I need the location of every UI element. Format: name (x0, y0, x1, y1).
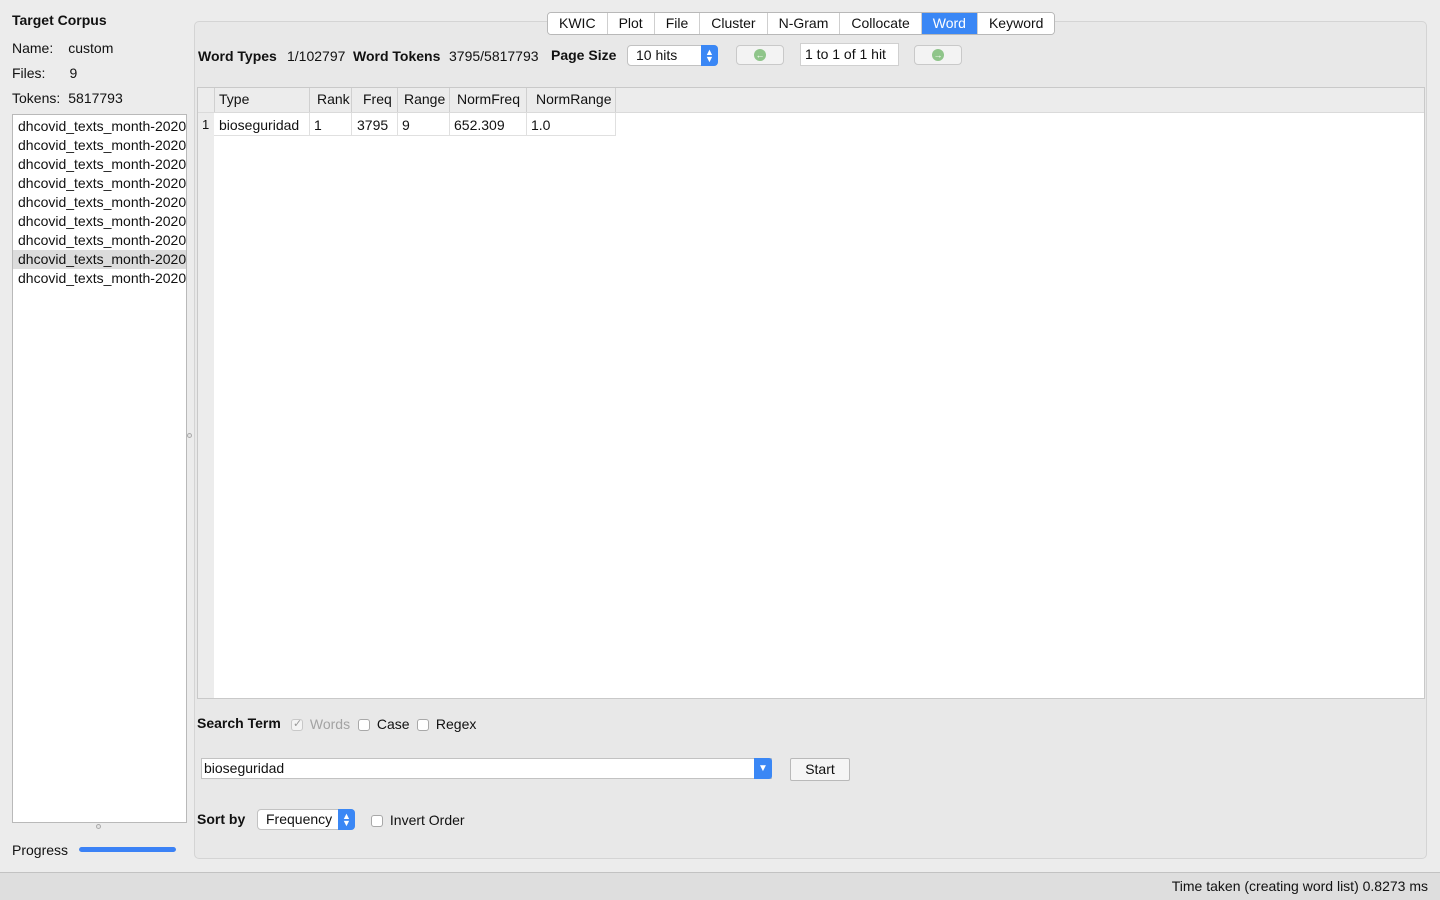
tab-kwic[interactable]: KWIC (548, 13, 608, 34)
row-number-gutter (198, 88, 214, 698)
file-list-item[interactable]: dhcovid_texts_month-2020 (13, 155, 186, 174)
page-size-value: 10 hits (636, 47, 678, 63)
words-label: Words (309, 716, 351, 732)
column-header-normfreq[interactable]: NormFreq (457, 91, 520, 107)
progress-bar (79, 847, 176, 852)
corpus-title: Target Corpus (12, 12, 107, 28)
progress-label: Progress (12, 842, 69, 858)
status-bar: Time taken (creating word list) 0.8273 m… (0, 872, 1440, 900)
regex-option[interactable]: Regex (417, 716, 476, 732)
corpus-tokens-label: Tokens: (12, 90, 61, 106)
case-option[interactable]: Case (358, 716, 410, 732)
vertical-split-handle[interactable] (187, 433, 192, 438)
invert-order-checkbox[interactable] (371, 815, 383, 828)
file-list-item[interactable]: dhcovid_texts_month-2020 (13, 231, 186, 250)
file-list-item[interactable]: dhcovid_texts_month-2020 (13, 117, 186, 136)
sort-by-label: Sort by (197, 811, 246, 827)
word-types-value: 1/102797 (287, 48, 346, 64)
tool-tabs: KWIC Plot File Cluster N-Gram Collocate … (547, 12, 1056, 35)
page-size-label: Page Size (551, 47, 617, 63)
tab-ngram[interactable]: N-Gram (767, 13, 841, 34)
corpus-tokens-row: Tokens: 5817793 (12, 90, 123, 106)
previous-page-button[interactable]: ← (736, 45, 784, 65)
tab-keyword[interactable]: Keyword (977, 13, 1055, 34)
file-list-item[interactable]: dhcovid_texts_month-2020 (13, 269, 186, 288)
start-button[interactable]: Start (790, 758, 850, 781)
word-tokens-label: Word Tokens (353, 48, 441, 64)
next-page-button[interactable]: → (914, 45, 962, 65)
search-term-input[interactable]: bioseguridad ▼ (201, 758, 772, 779)
chevron-updown-icon: ▲ ▼ (701, 45, 718, 66)
sort-by-value: Frequency (266, 811, 333, 827)
file-list-item[interactable]: dhcovid_texts_month-2020 (13, 193, 186, 212)
file-list-item[interactable]: dhcovid_texts_month-2020 (13, 174, 186, 193)
column-header-type[interactable]: Type (219, 91, 249, 107)
chevron-updown-icon: ▲ ▼ (338, 809, 355, 830)
word-tokens-value: 3795/5817793 (449, 48, 539, 64)
corpus-name-label: Name: (12, 40, 54, 56)
chevron-down-icon[interactable]: ▼ (754, 758, 772, 779)
corpus-tokens-value: 5817793 (68, 90, 123, 106)
tab-cluster[interactable]: Cluster (700, 13, 768, 34)
column-header-freq[interactable]: Freq (363, 91, 392, 107)
table-cell-normrange[interactable]: 1.0 (531, 117, 550, 133)
corpus-files-row: Files: 9 (12, 65, 77, 81)
regex-label: Regex (435, 716, 477, 732)
search-term-label: Search Term (197, 715, 281, 731)
table-cell-freq[interactable]: 3795 (357, 117, 388, 133)
corpus-files-list[interactable]: dhcovid_texts_month-2020 dhcovid_texts_m… (12, 114, 187, 823)
invert-order-label: Invert Order (389, 812, 465, 828)
search-term-value: bioseguridad (204, 760, 285, 776)
table-cell-normfreq[interactable]: 652.309 (454, 117, 505, 133)
corpus-name-row: Name: custom (12, 40, 113, 56)
column-header-range[interactable]: Range (404, 91, 445, 107)
table-cell-range[interactable]: 9 (402, 117, 410, 133)
table-header: Type Rank Freq Range NormFreq NormRange (198, 88, 1424, 113)
page-size-select[interactable]: 10 hits ▲ ▼ (627, 45, 718, 66)
horizontal-split-handle[interactable] (96, 824, 101, 829)
tab-file[interactable]: File (654, 13, 701, 34)
corpus-name-value: custom (68, 40, 114, 56)
invert-order-option[interactable]: Invert Order (371, 812, 465, 828)
regex-checkbox[interactable] (417, 719, 429, 732)
table-cell-type[interactable]: bioseguridad (219, 117, 299, 133)
arrow-left-circle-icon: ← (754, 49, 766, 61)
row-number: 1 (202, 117, 210, 132)
progress-bar-fill (79, 847, 176, 852)
file-list-item[interactable]: dhcovid_texts_month-2020 (13, 136, 186, 155)
file-list-item[interactable]: dhcovid_texts_month-2020 (13, 212, 186, 231)
tab-plot[interactable]: Plot (607, 13, 655, 34)
words-option: ✓ Words (291, 716, 350, 732)
case-checkbox[interactable] (358, 719, 370, 732)
tab-word[interactable]: Word (921, 13, 978, 34)
table-cell-rank[interactable]: 1 (314, 117, 322, 133)
column-header-rank[interactable]: Rank (317, 91, 350, 107)
column-header-normrange[interactable]: NormRange (536, 91, 611, 107)
word-types-label: Word Types (198, 48, 277, 64)
corpus-files-label: Files: (12, 65, 46, 81)
status-text: Time taken (creating word list) 0.8273 m… (1171, 878, 1428, 894)
sort-by-select[interactable]: Frequency ▲ ▼ (257, 809, 355, 830)
case-label: Case (376, 716, 410, 732)
file-list-item-selected[interactable]: dhcovid_texts_month-2020 (13, 250, 186, 269)
page-info-field: 1 to 1 of 1 hit (800, 43, 899, 66)
tab-collocate[interactable]: Collocate (840, 13, 922, 34)
corpus-files-value: 9 (69, 65, 78, 81)
results-table[interactable]: Type Rank Freq Range NormFreq NormRange … (197, 87, 1425, 699)
words-checkbox: ✓ (291, 718, 303, 732)
arrow-right-circle-icon: → (932, 49, 944, 61)
